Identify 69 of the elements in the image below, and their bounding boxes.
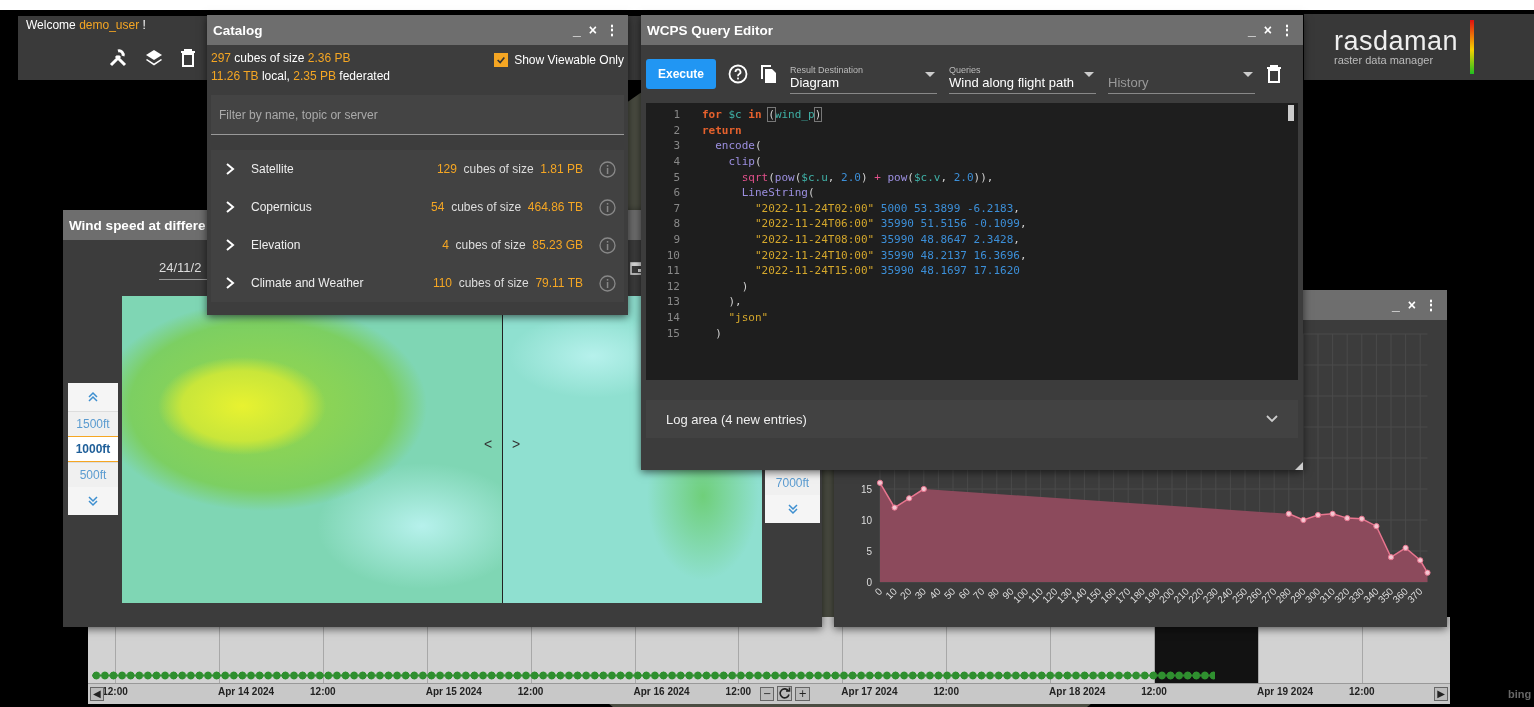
line-number: 13 (665, 295, 680, 309)
time-label: 12:00 (517, 686, 544, 697)
y-tick-label: 10 (860, 515, 872, 526)
x-tick-label: 40 (927, 585, 943, 602)
code-line: sqrt(pow($c.u, 2.0) + pow($c.v, 2.0)), (740, 170, 994, 184)
cube-summary: 129 cubes of size 1.81 PB (436, 162, 583, 176)
code-line: clip( (727, 155, 762, 169)
x-tick-label: 60 (956, 585, 972, 602)
x-tick-label: 0 (872, 585, 885, 598)
code-line: "2022-11-24T02:00" 5000 53.3899 -6.2183, (753, 201, 1020, 215)
y-tick-label: 15 (860, 484, 872, 495)
y-tick-label: 5 (866, 546, 872, 557)
x-tick-label: 20 (897, 585, 914, 602)
line-number: 11 (665, 264, 680, 278)
cube-summary: 110 cubes of size 79.11 TB (432, 276, 583, 290)
window-title: WCPS Query Editor (647, 22, 773, 38)
time-label: 12:00 (102, 686, 128, 697)
line-number: 8 (672, 217, 680, 231)
code-line: "json" (727, 311, 769, 324)
logo-name: rasdaman (1334, 28, 1459, 54)
x-tick-label: 80 (985, 585, 1002, 602)
x-tick-label: 70 (970, 585, 987, 602)
line-number: 7 (672, 201, 680, 215)
code-line: ) (740, 279, 749, 293)
code-line: "2022-11-24T15:00" 35990 48.1697 17.1620 (753, 264, 1020, 278)
time-label: 12:00 (1349, 686, 1375, 697)
code-line: "2022-11-24T10:00" 35990 48.2137 16.3696, (753, 248, 1027, 262)
line-number: 4 (672, 155, 680, 169)
line-number: 3 (672, 139, 680, 153)
log-area-title: Log area (4 new entries) (666, 411, 807, 427)
line-number: 14 (665, 311, 680, 324)
code-line: LineString( (740, 186, 815, 200)
time-label: Apr 19 2024 (1256, 686, 1314, 697)
catalog-summary: 297 cubes of size 2.36 PB (211, 51, 352, 65)
time-label: 12:00 (933, 686, 959, 697)
code-line: "2022-11-24T06:00" 35990 51.5156 -0.1099, (753, 217, 1027, 231)
code-line: "2022-11-24T08:00" 35990 48.8647 2.3428, (753, 233, 1020, 247)
line-number: 15 (665, 326, 680, 340)
time-label: 12:00 (310, 686, 336, 697)
time-label: Apr 17 2024 (841, 686, 898, 697)
logo-tagline: raster data manager (1334, 54, 1435, 66)
y-tick-label: 0 (866, 577, 872, 588)
line-number: 10 (665, 248, 680, 262)
time-label: Apr 18 2024 (1049, 686, 1106, 697)
line-number: 12 (665, 279, 680, 293)
line-number: 5 (672, 170, 680, 184)
map-credit: bing (1508, 688, 1532, 700)
x-tick-label: 10 (883, 585, 899, 602)
line-number: 6 (672, 186, 680, 200)
code-line: ) (714, 326, 722, 340)
line-number: 2 (672, 123, 680, 137)
x-tick-label: 50 (941, 585, 958, 602)
window-title: Wind speed at differe (69, 217, 206, 233)
catalog-summary: 11.26 TB local, 2.35 PB federated (211, 69, 392, 83)
window-title: Catalog (213, 22, 263, 38)
code-line: return (702, 123, 742, 137)
time-label: 12:00 (725, 686, 752, 697)
line-number: 1 (672, 108, 680, 122)
time-label: Apr 16 2024 (633, 686, 690, 697)
time-label: Apr 15 2024 (425, 686, 482, 697)
cube-summary: 4 cubes of size 85.23 GB (442, 238, 583, 252)
time-label: Apr 14 2024 (217, 686, 275, 697)
code-line: ), (727, 295, 742, 309)
cube-summary: 54 cubes of size 464.86 TB (431, 200, 583, 214)
code-line: encode( (714, 139, 762, 153)
x-tick-label: 30 (912, 585, 929, 602)
time-label: 12:00 (1141, 686, 1167, 697)
welcome-text: Welcome demo_user ! (26, 18, 146, 32)
line-number: 9 (672, 233, 680, 247)
